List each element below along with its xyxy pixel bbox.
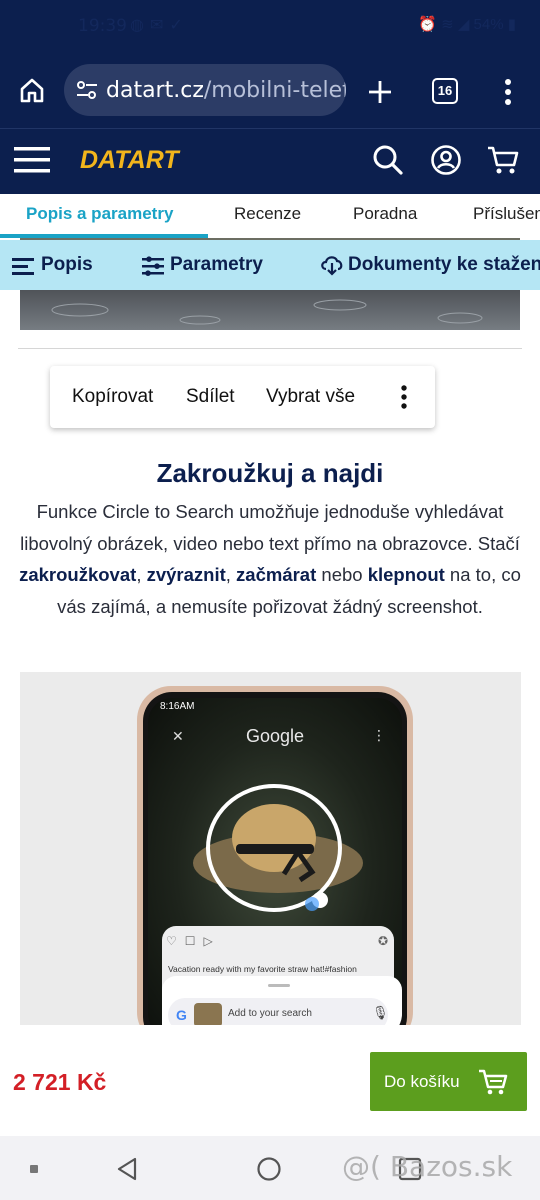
para-bold-tap: klepnout [367, 564, 445, 585]
phone-bookmark-icon: ✪ [378, 934, 389, 948]
text-selection-menu: Kopírovat Sdílet Vybrat vše [50, 366, 435, 428]
hamburger-menu-icon[interactable] [14, 145, 52, 175]
browser-menu-icon[interactable] [502, 78, 514, 106]
subnav-documents[interactable]: Dokumenty ke stažen [320, 240, 540, 290]
product-price: 2 721 Kč [13, 1069, 107, 1095]
site-logo[interactable]: DATART [80, 146, 179, 175]
phone-google-g-icon: G [176, 1007, 187, 1023]
share-button[interactable]: Sdílet [186, 386, 235, 408]
select-all-button[interactable]: Vybrat vše [266, 386, 355, 408]
subnav-description-label: Popis [41, 254, 93, 275]
new-tab-icon[interactable] [366, 78, 394, 106]
battery-icon: ▮ [507, 16, 516, 33]
phone-screen: 8:16AM ✕ Google ⋮ ♡☐▷ ✪ Vacation ready w… [148, 698, 402, 1025]
site-header: DATART [0, 128, 540, 194]
phone-mic-icon: 🎙 [372, 1005, 389, 1020]
wifi-icon: ≋ [441, 16, 454, 33]
phone-time: 8:16AM [160, 701, 195, 712]
system-navigation-bar: @( Bazos.sk [0, 1136, 540, 1200]
para-bold-highlight: zvýraznit [146, 564, 226, 585]
url-domain: datart.cz [106, 78, 204, 103]
para-bold-scribble: začmárat [236, 564, 317, 585]
status-right-icons: ⏰ ≋ ◢ 54% ▮ [418, 15, 516, 33]
search-icon[interactable] [372, 144, 404, 176]
site-settings-icon[interactable] [76, 80, 98, 100]
phone-more-icon: ⋮ [372, 727, 386, 743]
bazos-watermark: @( Bazos.sk [342, 1150, 513, 1183]
section-heading: Zakroužkuj a najdi [156, 458, 384, 488]
phone-search-sheet: G Add to your search 🎙 [162, 976, 402, 1025]
account-icon[interactable] [430, 144, 462, 176]
phone-close-icon: ✕ [172, 728, 184, 744]
phone-post-actions-icon: ♡☐▷ [166, 934, 221, 948]
status-bar: 19:39 ◍✉✓ ⏰ ≋ ◢ 54% ▮ [0, 0, 540, 54]
phone-search-bar: G Add to your search 🎙 [168, 998, 389, 1025]
subnav-parameters-label: Parametry [170, 254, 263, 275]
para-text-1: Funkce Circle to Search umožňuje jednodu… [20, 501, 520, 554]
back-icon[interactable] [114, 1156, 140, 1182]
url-path: /mobilni-telef [203, 78, 346, 103]
product-tabs: Popis a parametry Recenze Poradna Příslu… [0, 194, 540, 238]
section-paragraph: Funkce Circle to Search umožňuje jednodu… [14, 496, 526, 622]
copy-button[interactable]: Kopírovat [72, 386, 153, 408]
mail-icon: ✉ [149, 17, 170, 34]
recent-apps-dot-icon[interactable] [30, 1165, 38, 1173]
home-button-icon[interactable] [256, 1156, 282, 1182]
straw-hat-image [193, 784, 363, 912]
para-text-2: , [136, 564, 147, 585]
phone-search-placeholder: Add to your search [228, 1008, 312, 1019]
section-divider [18, 348, 522, 349]
more-options-icon[interactable] [399, 385, 409, 409]
signal-icon: ◢ [457, 16, 470, 33]
rain-puddle-decoration [51, 299, 483, 325]
tab-advice[interactable]: Poradna [353, 204, 417, 224]
subnav-documents-label: Dokumenty ke stažen [348, 254, 540, 275]
cart-icon[interactable] [486, 144, 520, 176]
phone-app-title: Google [246, 726, 305, 746]
add-to-cart-button[interactable]: Do košíku [370, 1052, 527, 1111]
subnav-description[interactable]: Popis [12, 240, 102, 290]
cloud-download-icon [321, 256, 343, 276]
battery-percent: 54% [473, 16, 504, 33]
tab-reviews[interactable]: Recenze [234, 204, 301, 224]
status-time: 19:39 [78, 16, 127, 36]
subnav-parameters[interactable]: Parametry [142, 240, 272, 290]
tab-accessories[interactable]: Příslušen [473, 204, 540, 224]
check-icon: ✓ [169, 17, 189, 34]
text-lines-icon [12, 258, 34, 275]
section-subnav: Popis Parametry Dokumenty ke stažen [0, 240, 540, 290]
status-left-icons: ◍✉✓ [130, 15, 189, 35]
cart-icon [479, 1069, 508, 1095]
para-bold-circle: zakroužkovat [19, 564, 137, 585]
browser-toolbar: datart.cz/mobilni-telef 16 [0, 54, 540, 128]
para-text-4: nebo [316, 564, 368, 585]
para-text-3: , [225, 564, 237, 585]
url-text: datart.cz/mobilni-telef [106, 78, 346, 103]
globe-icon: ◍ [130, 17, 150, 34]
address-bar[interactable]: datart.cz/mobilni-telef [64, 64, 346, 116]
purchase-bar: 2 721 Kč Do košíku [0, 1036, 540, 1134]
add-to-cart-label: Do košíku [384, 1072, 460, 1091]
home-icon[interactable] [18, 76, 46, 104]
active-tab-indicator [0, 234, 208, 238]
circle-to-search-illustration: 8:16AM ✕ Google ⋮ ♡☐▷ ✪ Vacation ready w… [20, 672, 521, 1025]
sliders-icon [142, 256, 164, 276]
tab-description-parameters[interactable]: Popis a parametry [26, 204, 173, 224]
phone-post-caption: Vacation ready with my favorite straw ha… [168, 964, 357, 974]
phone-hat-thumbnail [194, 1003, 222, 1025]
tab-switcher-button[interactable]: 16 [432, 78, 458, 104]
phone-sheet-handle [268, 984, 290, 987]
alarm-icon: ⏰ [418, 16, 437, 33]
